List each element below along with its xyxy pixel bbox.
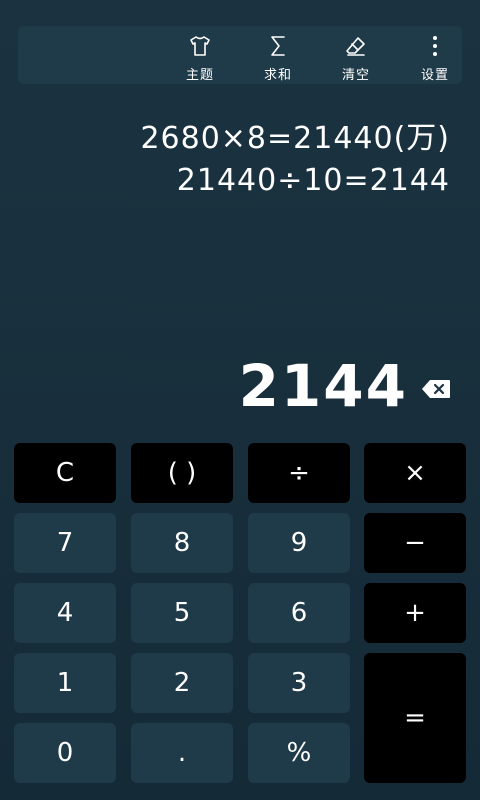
digit-6-key[interactable]: 6 xyxy=(248,583,350,643)
digit-0-key[interactable]: 0 xyxy=(14,723,116,783)
divide-key[interactable]: ÷ xyxy=(248,443,350,503)
multiply-key[interactable]: × xyxy=(364,443,466,503)
percent-key[interactable]: % xyxy=(248,723,350,783)
parentheses-key[interactable]: ( ) xyxy=(131,443,233,503)
history-line[interactable]: 2680×8=21440(万) xyxy=(140,113,450,157)
equals-key[interactable]: = xyxy=(364,653,466,783)
minus-key[interactable]: − xyxy=(364,513,466,573)
digit-9-key[interactable]: 9 xyxy=(248,513,350,573)
eraser-icon xyxy=(343,33,369,59)
sum-button[interactable]: 求和 xyxy=(248,26,308,84)
digit-2-key[interactable]: 2 xyxy=(131,653,233,713)
clear-label: 清空 xyxy=(341,68,370,83)
digit-3-key[interactable]: 3 xyxy=(248,653,350,713)
theme-label: 主题 xyxy=(185,68,214,83)
digit-5-key[interactable]: 5 xyxy=(131,583,233,643)
clear-key[interactable]: C xyxy=(14,443,116,503)
result-display: 2144 xyxy=(238,352,408,420)
theme-button[interactable]: 主题 xyxy=(170,26,230,84)
digit-8-key[interactable]: 8 xyxy=(131,513,233,573)
more-vertical-icon xyxy=(422,33,448,59)
digit-1-key[interactable]: 1 xyxy=(14,653,116,713)
digit-4-key[interactable]: 4 xyxy=(14,583,116,643)
sigma-icon xyxy=(265,33,291,59)
plus-key[interactable]: + xyxy=(364,583,466,643)
sum-label: 求和 xyxy=(263,68,292,83)
digit-7-key[interactable]: 7 xyxy=(14,513,116,573)
settings-button[interactable]: 设置 xyxy=(405,26,465,84)
backspace-icon[interactable] xyxy=(420,377,452,401)
shirt-icon xyxy=(187,33,213,59)
settings-label: 设置 xyxy=(420,68,449,83)
toolbar: 主题 求和 清空 设置 xyxy=(18,26,462,84)
history-line[interactable]: 21440÷10=2144 xyxy=(177,163,450,198)
clear-history-button[interactable]: 清空 xyxy=(326,26,386,84)
decimal-point-key[interactable]: . xyxy=(131,723,233,783)
